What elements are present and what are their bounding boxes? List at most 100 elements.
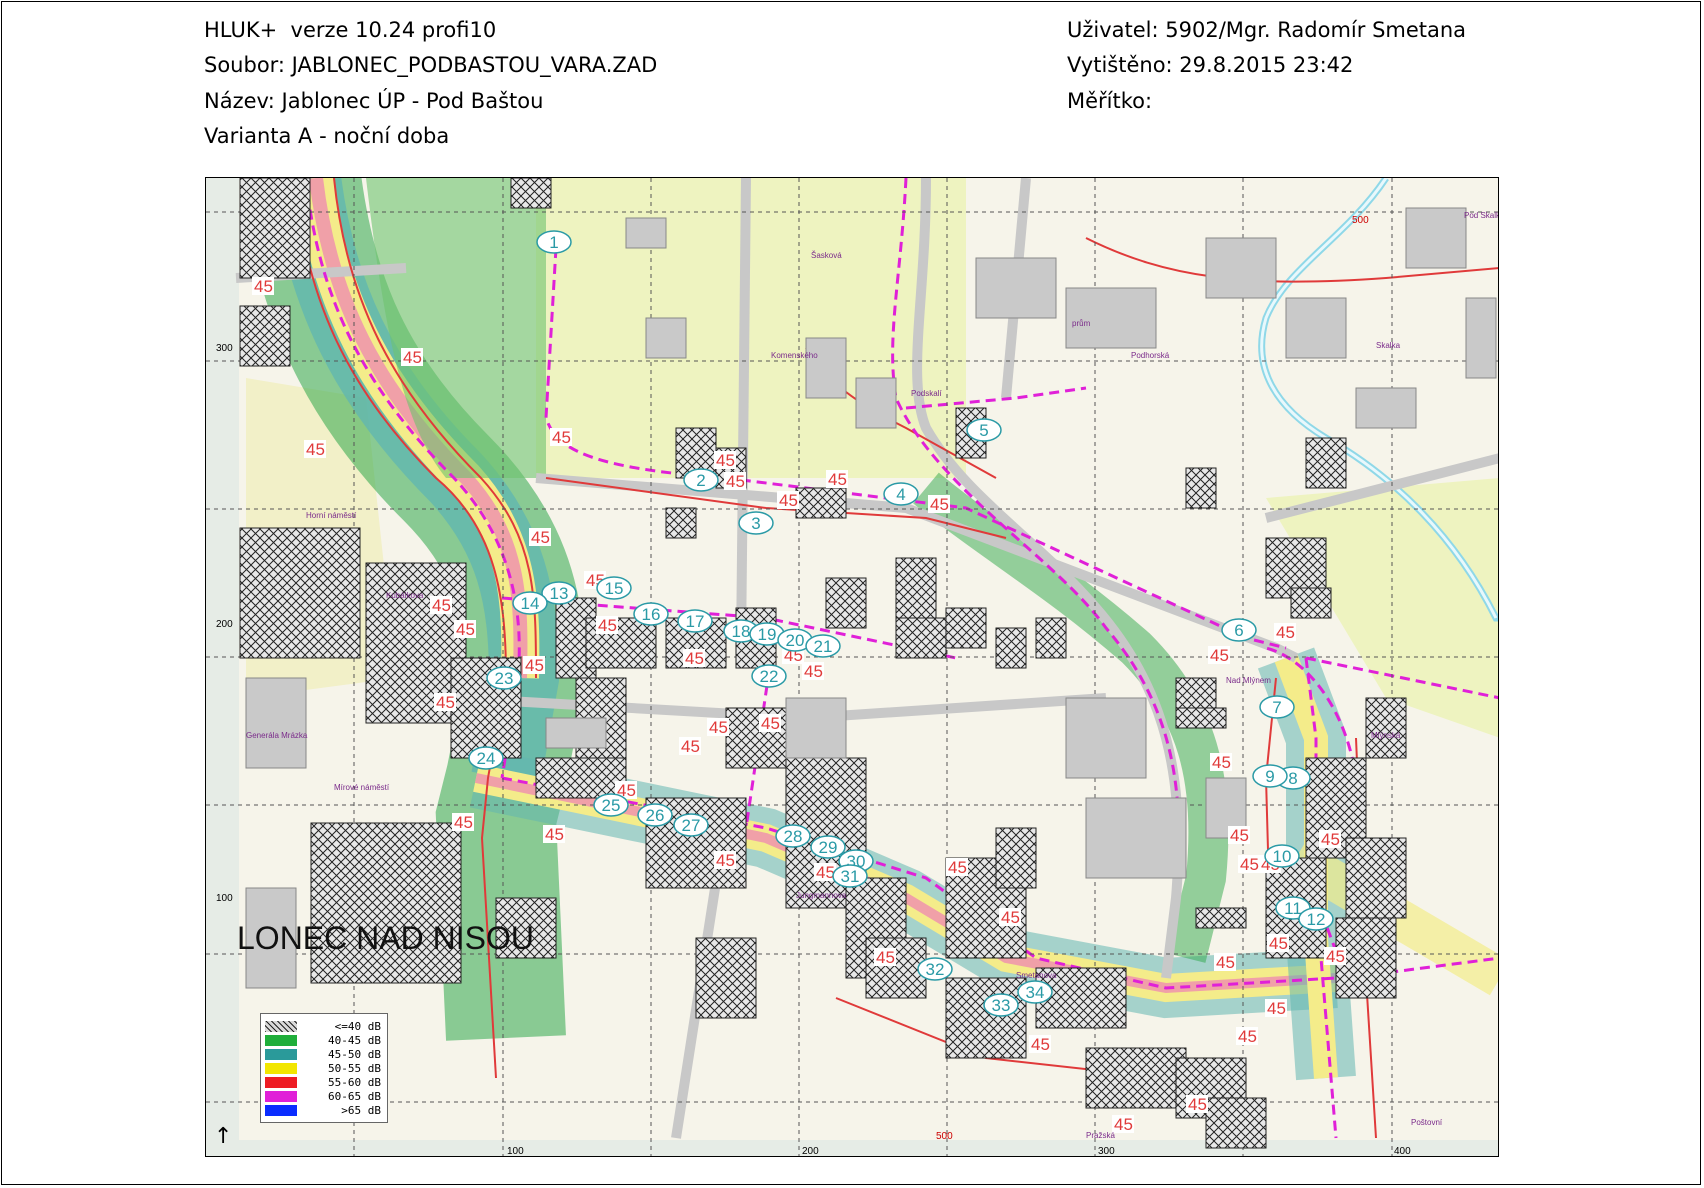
legend-swatch (265, 1105, 297, 1116)
legend-swatch (265, 1077, 297, 1088)
receptor-point[interactable]: 34 (1017, 980, 1053, 1004)
receptor-point[interactable]: 9 (1252, 764, 1288, 788)
program-version: HLUK+ verze 10.24 profi10 (204, 18, 497, 42)
receptor-label: 20 (786, 631, 805, 650)
receptor-point[interactable]: 26 (637, 803, 673, 827)
contour-label-45: 45 (531, 528, 550, 547)
receptor-label: 6 (1234, 621, 1243, 640)
contour-label-45: 45 (525, 656, 544, 675)
receptor-label: 19 (758, 625, 777, 644)
street-label: Skalka (1376, 341, 1401, 350)
receptor-point[interactable]: 22 (751, 664, 787, 688)
receptor-point[interactable]: 33 (983, 993, 1019, 1017)
contour-label-45: 45 (1210, 646, 1229, 665)
contour-label-45: 45 (804, 662, 823, 681)
receptor-point[interactable]: 14 (512, 591, 548, 615)
contour-label-45: 45 (685, 649, 704, 668)
receptor-point[interactable]: 24 (468, 746, 504, 770)
contour-label-45: 45 (1240, 855, 1259, 874)
contour-label-45: 45 (828, 470, 847, 489)
contour-label-45: 45 (1188, 1095, 1207, 1114)
receptor-label: 25 (602, 796, 621, 815)
project-name: Název: Jablonec ÚP - Pod Baštou (204, 89, 544, 113)
receptor-point[interactable]: 6 (1221, 618, 1257, 642)
receptor-label: 7 (1272, 698, 1281, 717)
contour-label-45: 45 (1326, 947, 1345, 966)
contour-label-45: 45 (432, 596, 451, 615)
receptor-label: 12 (1307, 910, 1326, 929)
contour-label-45: 45 (1276, 623, 1295, 642)
receptor-point[interactable]: 1 (536, 230, 572, 254)
street-label: Pražská (1086, 1131, 1115, 1140)
legend-row: <=40 dB (265, 1020, 383, 1033)
receptor-point[interactable]: 21 (805, 634, 841, 658)
contour-label-45: 45 (306, 440, 325, 459)
receptor-point[interactable]: 28 (775, 824, 811, 848)
street-label: Poštovní (1411, 1118, 1443, 1127)
contour-label-45: 45 (456, 620, 475, 639)
receptor-point[interactable]: 5 (966, 418, 1002, 442)
receptor-point[interactable]: 15 (596, 576, 632, 600)
file-name: Soubor: JABLONEC_PODBASTOU_VARA.ZAD (204, 53, 658, 77)
receptor-point[interactable]: 23 (486, 666, 522, 690)
variant-name: Varianta A - noční doba (204, 124, 450, 148)
legend-label: 55-60 dB (328, 1076, 381, 1089)
receptor-point[interactable]: 17 (677, 609, 713, 633)
receptor-label: 9 (1265, 767, 1274, 786)
user-info: Uživatel: 5902/Mgr. Radomír Smetana (1067, 18, 1467, 42)
x-tick: 200 (802, 1146, 819, 1157)
receptor-label: 23 (495, 669, 514, 688)
street-label: prům (1072, 319, 1091, 328)
receptor-label: 3 (751, 514, 760, 533)
receptor-point[interactable]: 31 (832, 864, 868, 888)
receptor-point[interactable]: 12 (1298, 907, 1334, 931)
legend-label: 45-50 dB (328, 1048, 381, 1061)
contour-label-45: 45 (948, 858, 967, 877)
receptor-point[interactable]: 32 (917, 957, 953, 981)
noise-map[interactable]: 45 45 45 45 45 45 45 45 45 45 45 45 45 45 45 45 45 45 45 45… (205, 177, 1499, 1157)
x-tick: 100 (507, 1146, 524, 1157)
contour-label-45: 45 (1216, 953, 1235, 972)
legend: <=40 dB 40-45 dB 45-50 dB 50-55 dB 55-60… (260, 1013, 388, 1123)
receptor-point[interactable]: 16 (633, 602, 669, 626)
contour-label-45: 45 (1267, 999, 1286, 1018)
x-tick: 300 (1098, 1146, 1115, 1157)
street-label: Jungmannova (796, 891, 847, 900)
receptor-point[interactable]: 7 (1259, 695, 1295, 719)
legend-row: 40-45 dB (265, 1034, 383, 1047)
street-label: Podskalí (911, 389, 942, 398)
receptor-label: 17 (686, 612, 705, 631)
street-label: Šasková (811, 251, 842, 260)
contour-label-45: 45 (1031, 1035, 1050, 1054)
receptor-point[interactable]: 10 (1264, 844, 1300, 868)
receptor-label: 15 (605, 579, 624, 598)
receptor-label: 5 (979, 421, 988, 440)
legend-row: 50-55 dB (265, 1062, 383, 1075)
street-label: Komenského (771, 351, 818, 360)
receptor-point[interactable]: 4 (883, 482, 919, 506)
contour-label-45: 45 (552, 428, 571, 447)
receptor-point[interactable]: 25 (593, 793, 629, 817)
receptor-point[interactable]: 27 (673, 813, 709, 837)
y-tick: 200 (216, 619, 233, 630)
receptor-label: 13 (550, 584, 569, 603)
contour-label-45: 45 (403, 348, 422, 367)
receptor-label: 8 (1288, 769, 1297, 788)
receptor-label: 31 (841, 867, 860, 886)
contour-label-45: 45 (1321, 830, 1340, 849)
legend-swatch (265, 1021, 297, 1032)
receptor-point[interactable]: 3 (738, 511, 774, 535)
contour-label-45: 45 (709, 718, 728, 737)
north-arrow-icon: ↑ (214, 1124, 233, 1149)
street-label: Mlýnská (1371, 731, 1401, 740)
contour-label-45: 45 (681, 737, 700, 756)
noise-map-canvas[interactable]: 454545454545 4545 454545454545 454545454545… (206, 178, 1499, 1157)
contour-label-45: 45 (930, 495, 949, 514)
receptor-point[interactable]: 29 (810, 835, 846, 859)
street-label: Smetanova (1016, 971, 1057, 980)
contour-label-500: 500 (936, 1131, 953, 1142)
contour-label-45: 45 (716, 451, 735, 470)
contour-label-45: 45 (454, 813, 473, 832)
street-label: Generála Mrázka (246, 731, 308, 740)
receptor-point[interactable]: 2 (683, 468, 719, 492)
